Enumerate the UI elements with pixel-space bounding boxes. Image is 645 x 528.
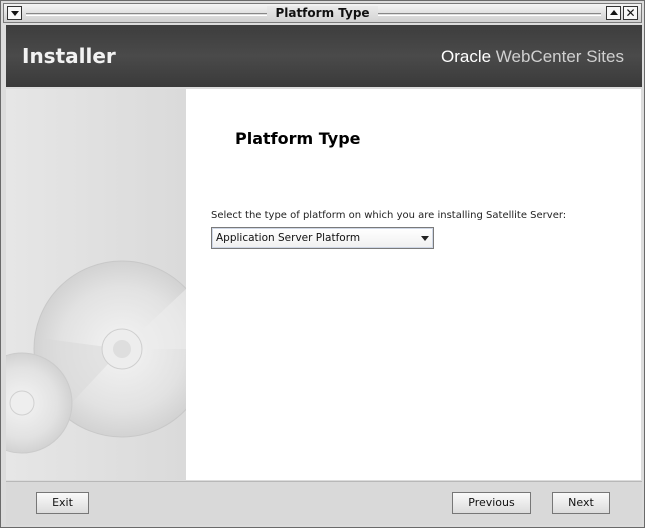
window-title: Platform Type xyxy=(267,6,378,20)
maximize-button[interactable] xyxy=(606,6,621,20)
window-title-wrap: Platform Type xyxy=(4,6,641,20)
side-panel xyxy=(6,89,186,480)
brand-product: WebCenter Sites xyxy=(495,47,624,66)
window-menu-button[interactable] xyxy=(7,6,22,20)
content-panel: Platform Type Select the type of platfor… xyxy=(186,89,641,480)
platform-type-value: Application Server Platform xyxy=(216,232,361,244)
next-button[interactable]: Next xyxy=(552,492,610,514)
title-bar[interactable]: Platform Type ✕ xyxy=(3,3,642,23)
installer-window: Platform Type ✕ Installer Oracle WebCent… xyxy=(0,0,645,528)
brand-company: Oracle xyxy=(440,47,492,66)
close-button[interactable]: ✕ xyxy=(623,6,638,20)
page-title: Platform Type xyxy=(235,129,361,148)
platform-type-select[interactable]: Application Server Platform xyxy=(211,227,434,249)
brand-logo: Oracle WebCenter Sites xyxy=(441,47,624,67)
installer-title: Installer xyxy=(22,44,116,68)
previous-button[interactable]: Previous xyxy=(452,492,531,514)
header-banner: Installer Oracle WebCenter Sites xyxy=(6,25,642,87)
footer-bar: Exit Previous Next xyxy=(6,481,642,525)
close-icon: ✕ xyxy=(625,6,636,20)
platform-prompt: Select the type of platform on which you… xyxy=(211,210,567,221)
disc-graphic-icon xyxy=(6,260,186,454)
exit-button[interactable]: Exit xyxy=(36,492,89,514)
chevron-down-icon xyxy=(421,236,429,241)
